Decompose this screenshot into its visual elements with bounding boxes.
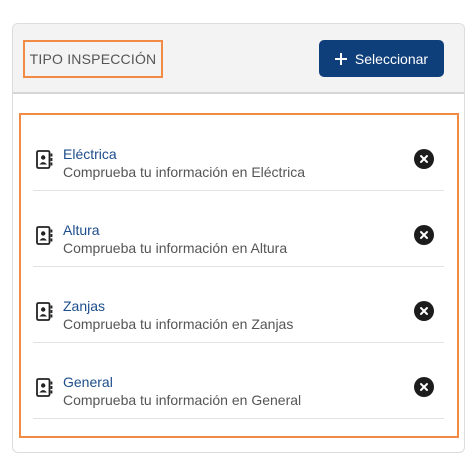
- contact-card-icon: [36, 150, 53, 169]
- list-item-electrica: Eléctrica Comprueba tu información en El…: [33, 115, 444, 191]
- item-title[interactable]: Eléctrica: [63, 146, 117, 162]
- remove-item-button[interactable]: [414, 301, 434, 321]
- contact-card-icon: [36, 302, 53, 321]
- close-icon: [420, 383, 428, 391]
- item-title[interactable]: Zanjas: [63, 298, 105, 314]
- card-header: TIPO INSPECCIÓN Seleccionar: [13, 24, 464, 94]
- close-icon: [420, 155, 428, 163]
- remove-item-button[interactable]: [414, 149, 434, 169]
- item-description: Comprueba tu información en Zanjas: [63, 316, 294, 332]
- close-icon: [420, 307, 428, 315]
- select-button-label: Seleccionar: [354, 50, 429, 67]
- item-description: Comprueba tu información en General: [63, 392, 302, 408]
- close-icon: [420, 231, 428, 239]
- item-description: Comprueba tu información en Eléctrica: [63, 164, 306, 180]
- remove-item-button[interactable]: [414, 225, 434, 245]
- list-item-zanjas: Zanjas Comprueba tu información en Zanja…: [33, 267, 444, 343]
- select-button[interactable]: Seleccionar: [319, 40, 444, 77]
- contact-card-icon: [36, 378, 53, 397]
- inspection-type-list: Eléctrica Comprueba tu información en El…: [19, 113, 459, 438]
- card-title: TIPO INSPECCIÓN: [29, 51, 157, 67]
- list-item-altura: Altura Comprueba tu información en Altur…: [33, 191, 444, 267]
- card-title-box: TIPO INSPECCIÓN: [23, 40, 163, 78]
- plus-icon: [334, 52, 347, 65]
- contact-card-icon: [36, 226, 53, 245]
- item-title[interactable]: General: [63, 374, 113, 390]
- remove-item-button[interactable]: [414, 377, 434, 397]
- list-item-general: General Comprueba tu información en Gene…: [33, 343, 444, 419]
- item-description: Comprueba tu información en Altura: [63, 240, 288, 256]
- item-title[interactable]: Altura: [63, 222, 100, 238]
